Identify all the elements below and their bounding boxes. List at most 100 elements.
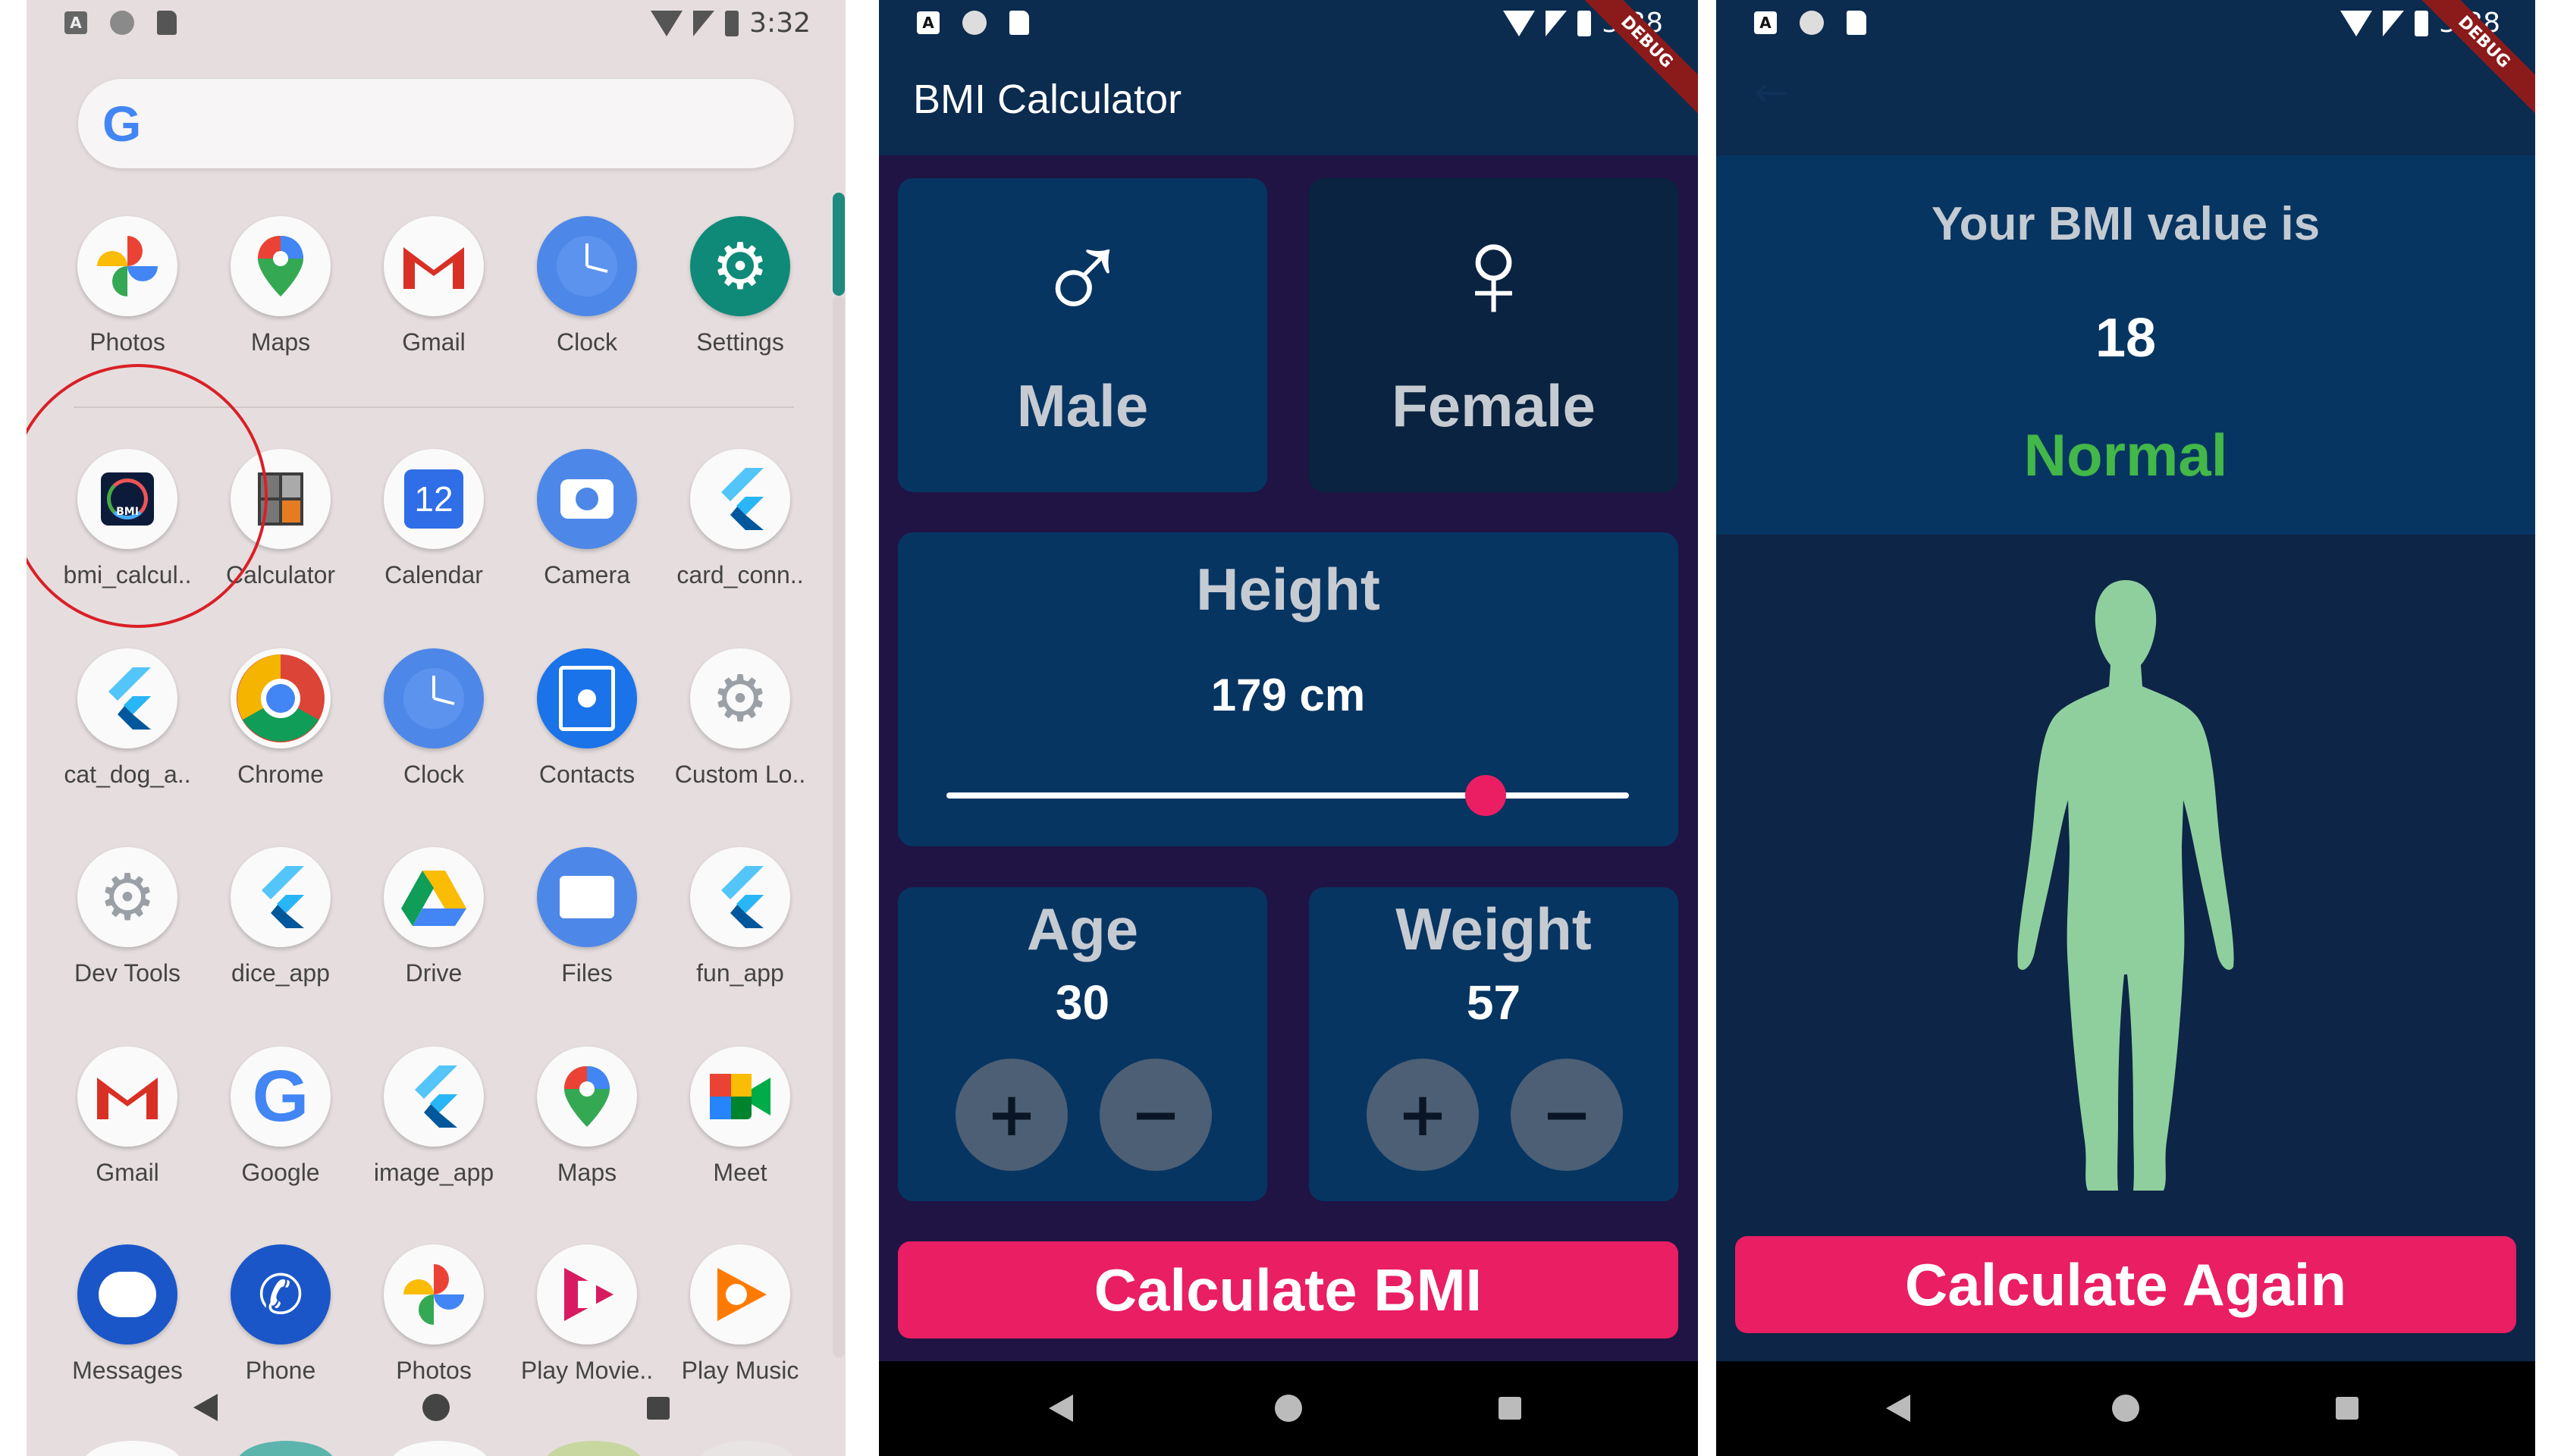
app-maps[interactable]: Maps [205,216,356,356]
app-label: Meet [713,1159,767,1186]
status-bar: A 3:38 DEBUG ← [1716,0,2535,155]
app-label: fun_app [696,959,784,987]
back-nav-icon[interactable] [193,1394,218,1421]
age-value: 30 [1055,975,1110,1030]
calendar-icon: 12 [384,449,484,549]
clock-icon [537,216,637,316]
calculate-bmi-button[interactable]: Calculate BMI [898,1241,1678,1338]
scroll-track [833,296,845,1357]
plus-icon: + [1397,1079,1448,1150]
maps-icon [537,1046,637,1147]
app-files[interactable]: Files [511,847,663,987]
weight-plus-button[interactable]: + [1367,1059,1479,1171]
app-drive[interactable]: Drive [358,847,510,987]
settings-icon: ⚙ [690,216,790,316]
back-arrow-icon[interactable]: ← [1754,68,1788,116]
status-bar: A 3:38 DEBUG BMI Calculator [879,0,1698,155]
app-messages[interactable]: Messages [52,1244,203,1385]
app-fun-app[interactable]: fun_app [664,847,816,987]
play-music-icon [690,1244,790,1345]
app-settings[interactable]: ⚙ Settings [664,216,816,356]
app-play-music[interactable]: Play Music [664,1244,816,1385]
age-minus-button[interactable]: − [1100,1059,1212,1171]
maps-icon [231,216,331,316]
app-card-conn[interactable]: card_conn.. [664,449,816,589]
drive-icon [384,847,484,947]
bmi-result-screen: A 3:38 DEBUG ← Your BMI value is 18 Norm… [1716,0,2535,1456]
app-label: card_conn.. [676,561,804,588]
home-nav-icon[interactable] [1275,1395,1302,1422]
app-clock[interactable]: Clock [511,216,663,356]
app-camera[interactable]: Camera [511,449,663,589]
camera-icon [537,449,637,549]
app-label: Clock [556,328,617,356]
app-cat-dog-a[interactable]: cat_dog_a.. [52,648,203,789]
app-phone[interactable]: ✆ Phone [205,1244,356,1385]
weight-card: Weight 57 + − [1309,887,1678,1201]
app-google[interactable]: G Google [205,1046,356,1187]
app-clock[interactable]: Clock [358,648,510,789]
meet-icon [690,1046,790,1147]
age-plus-button[interactable]: + [956,1059,1068,1171]
battery-icon [725,10,739,36]
signal-icon [1546,10,1568,36]
next-row-partial [27,1441,846,1456]
flutter-icon [690,847,790,947]
height-slider-track[interactable] [946,792,1629,799]
age-title: Age [1026,896,1139,962]
app-label: Calendar [384,561,483,588]
app-label: image_app [373,1159,494,1186]
app-gmail[interactable]: Gmail [52,1046,203,1187]
weight-minus-button[interactable]: − [1511,1059,1623,1171]
weight-value: 57 [1466,975,1521,1030]
battery-icon [2415,10,2429,36]
flutter-icon [77,648,177,748]
app-photos[interactable]: Photos [52,216,203,356]
app-label: cat_dog_a.. [64,761,191,788]
app-label: Settings [696,328,784,356]
notification-a-icon: A [917,11,940,34]
recents-nav-icon[interactable] [1499,1397,1521,1420]
chrome-icon [231,648,331,748]
app-dev-tools[interactable]: ⚙ Dev Tools [52,847,203,987]
flutter-icon [690,449,790,549]
wifi-icon [2340,10,2373,36]
app-gmail[interactable]: Gmail [358,216,510,356]
app-meet[interactable]: Meet [664,1046,816,1187]
female-card[interactable]: ♀ Female [1309,178,1678,492]
calculate-again-button[interactable]: Calculate Again [1735,1236,2516,1333]
bmi-value: 18 [2095,308,2157,369]
app-image-app[interactable]: image_app [358,1046,510,1187]
recents-nav-icon[interactable] [647,1397,670,1420]
flutter-icon [231,847,331,947]
app-label: Maps [250,328,311,356]
app-dice-app[interactable]: dice_app [205,847,356,987]
male-card[interactable]: ♂ Male [898,178,1267,492]
recents-nav-icon[interactable] [2336,1397,2358,1420]
scrollbar-thumb[interactable] [833,193,845,296]
app-label: dice_app [231,959,330,987]
app-custom-lo[interactable]: ⚙ Custom Lo.. [664,648,816,789]
google-logo-icon: G [102,96,142,152]
app-contacts[interactable]: Contacts [511,648,663,789]
app-play-movie[interactable]: Play Movie.. [511,1244,663,1385]
battery-icon [1577,10,1592,36]
app-chrome[interactable]: Chrome [205,648,356,789]
wifi-icon [1503,10,1536,36]
home-nav-icon[interactable] [422,1394,450,1421]
back-nav-icon[interactable] [1886,1395,1910,1422]
notification-circle-icon [110,11,134,35]
height-slider-thumb[interactable] [1465,775,1506,816]
app-calendar[interactable]: 12 Calendar [358,449,510,589]
app-maps[interactable]: Maps [511,1046,663,1187]
wifi-icon [651,10,683,36]
app-photos[interactable]: Photos [358,1244,510,1385]
male-label: Male [1016,372,1149,439]
status-time: 3:32 [749,8,811,39]
weight-title: Weight [1395,896,1592,962]
sd-card-icon [157,11,177,35]
home-nav-icon[interactable] [2112,1395,2139,1422]
back-nav-icon[interactable] [1049,1395,1073,1422]
dev-tools-icon: ⚙ [77,847,177,947]
google-search-bar[interactable]: G [78,79,794,168]
